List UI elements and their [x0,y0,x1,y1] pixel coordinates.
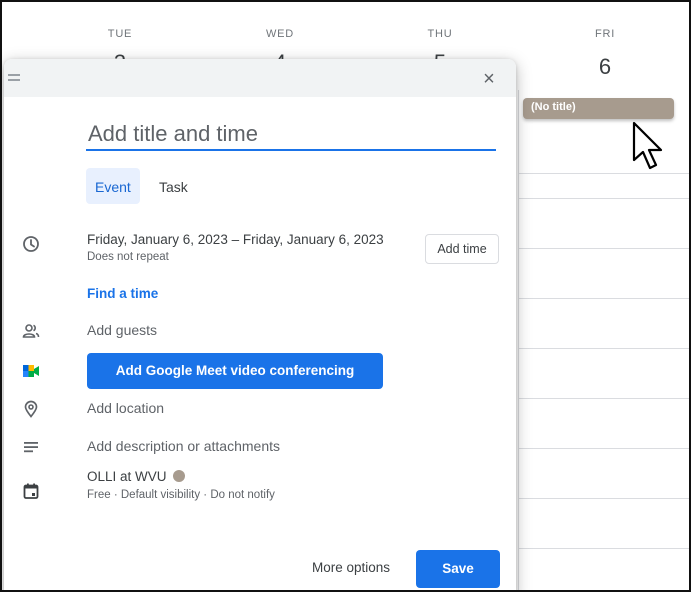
tab-event[interactable]: Event [86,168,140,204]
location-pin-icon [24,400,38,418]
day-number-fri[interactable]: 6 [575,54,635,80]
grid-row-line [518,348,689,349]
dialog-drag-bar[interactable]: × [4,59,516,97]
grid-row-line [518,498,689,499]
people-icon [22,324,40,338]
grid-column-line [518,90,519,590]
mouse-pointer-icon [632,121,663,170]
grid-row-line [518,298,689,299]
close-icon[interactable]: × [478,68,500,90]
find-a-time-link[interactable]: Find a time [87,286,158,301]
day-header-fri: FRI [594,28,616,40]
grid-row-line [518,548,689,549]
day-header-thu: THU [427,28,453,40]
calendar-color-dot [172,470,185,482]
event-chip-no-title[interactable]: (No title) [523,98,674,119]
event-date-range[interactable]: Friday, January 6, 2023 – Friday, Januar… [87,232,384,247]
calendar-icon [23,483,39,499]
grid-row-line [518,398,689,399]
grid-row-line [518,448,689,449]
tab-task[interactable]: Task [150,168,197,204]
calendar-window: TUE WED THU FRI 3 4 5 6 (No title) × Eve… [0,0,691,592]
clock-icon [23,236,39,252]
day-header-wed: WED [265,28,295,40]
event-title-input[interactable] [86,119,496,151]
save-button[interactable]: Save [416,550,500,588]
description-icon [24,442,38,453]
add-time-button[interactable]: Add time [425,234,499,264]
add-location-field[interactable]: Add location [87,400,164,416]
grid-row-line [518,248,689,249]
quick-event-dialog: × Event Task Friday, January 6, 2023 – F… [4,59,516,590]
calendar-selector[interactable]: OLLI at WVU [87,469,185,484]
more-options-button[interactable]: More options [302,550,400,586]
grid-row-line [518,173,689,174]
add-description-field[interactable]: Add description or attachments [87,438,280,454]
google-meet-icon [23,365,39,377]
add-google-meet-button[interactable]: Add Google Meet video conferencing [87,353,383,389]
grid-row-line [518,198,689,199]
calendar-name: OLLI at WVU [87,469,167,484]
day-header-tue: TUE [107,28,133,40]
drag-handle-icon[interactable] [8,74,20,82]
calendar-details[interactable]: Free · Default visibility · Do not notif… [87,489,275,501]
add-guests-field[interactable]: Add guests [87,322,157,338]
repeat-setting[interactable]: Does not repeat [87,251,169,263]
